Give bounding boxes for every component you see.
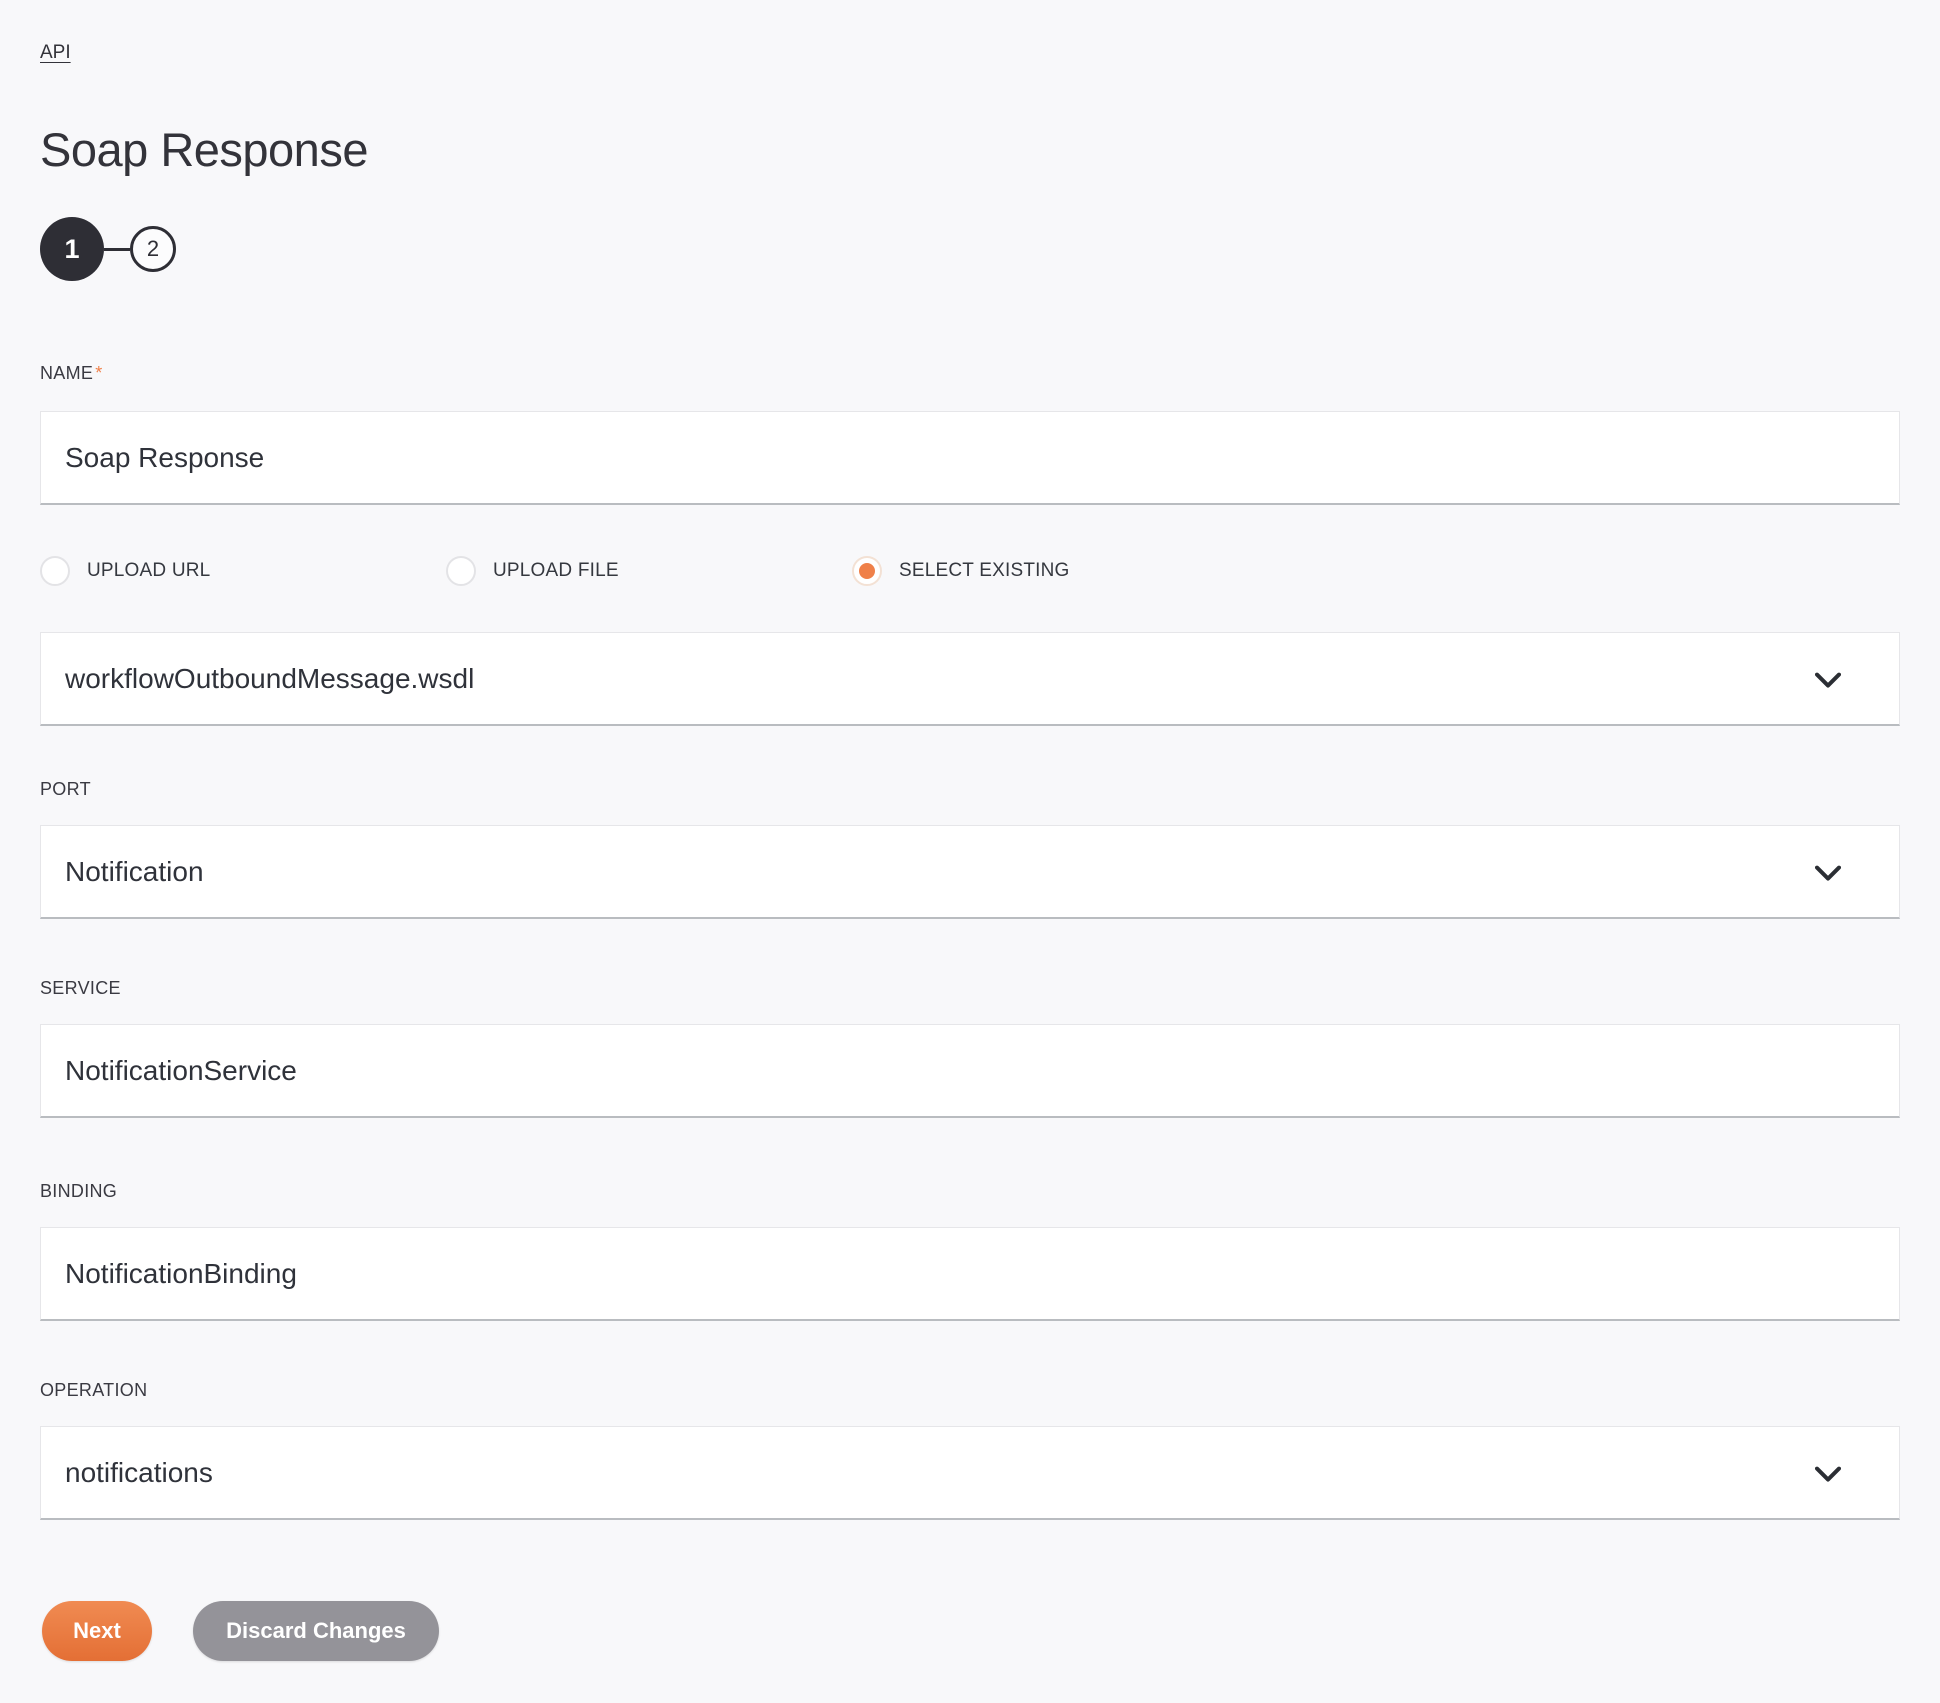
service-value-field: NotificationService [40,1024,1900,1118]
operation-select[interactable]: notifications [40,1426,1900,1520]
next-button[interactable]: Next [42,1601,152,1661]
chevron-down-icon [1815,865,1841,881]
binding-value: NotificationBinding [65,1257,297,1289]
radio-upload-url-label: UPLOAD URL [87,560,211,581]
radio-circle-icon [852,556,882,586]
radio-upload-file-label: UPLOAD FILE [493,560,619,581]
page-title: Soap Response [40,123,368,176]
binding-value-field: NotificationBinding [40,1227,1900,1321]
step-connector [104,247,130,251]
radio-circle-icon [446,556,476,586]
name-label-text: NAME [40,363,94,383]
wsdl-select[interactable]: workflowOutboundMessage.wsdl [40,632,1900,726]
port-select-value: Notification [65,855,204,887]
breadcrumb-api-link[interactable]: API [40,42,71,64]
chevron-down-icon [1815,672,1841,688]
binding-field-label: BINDING [40,1181,118,1201]
soap-response-config-page: API Soap Response 1 2 NAME* UPLOAD URL U… [0,0,1940,1661]
port-select[interactable]: Notification [40,825,1900,919]
service-field-label: SERVICE [40,978,121,998]
step-1-indicator[interactable]: 1 [40,217,104,281]
service-value: NotificationService [65,1054,297,1086]
step-2-indicator[interactable]: 2 [130,226,176,272]
operation-select-value: notifications [65,1456,213,1488]
discard-changes-button[interactable]: Discard Changes [193,1601,439,1661]
radio-upload-file[interactable]: UPLOAD FILE [446,556,852,586]
radio-select-existing[interactable]: SELECT EXISTING [852,556,1258,586]
name-input[interactable] [40,411,1900,505]
radio-upload-url[interactable]: UPLOAD URL [40,556,446,586]
required-asterisk: * [95,363,103,383]
source-type-radio-group: UPLOAD URL UPLOAD FILE SELECT EXISTING [40,556,1900,586]
radio-select-existing-label: SELECT EXISTING [899,560,1070,581]
action-bar: Next Discard Changes [40,1601,1900,1661]
stepper: 1 2 [40,217,1900,281]
wsdl-select-value: workflowOutboundMessage.wsdl [65,662,475,694]
port-field-label: PORT [40,779,91,799]
operation-field-label: OPERATION [40,1380,148,1400]
chevron-down-icon [1815,1466,1841,1482]
name-field-label: NAME * [40,363,1900,384]
radio-circle-icon [40,556,70,586]
